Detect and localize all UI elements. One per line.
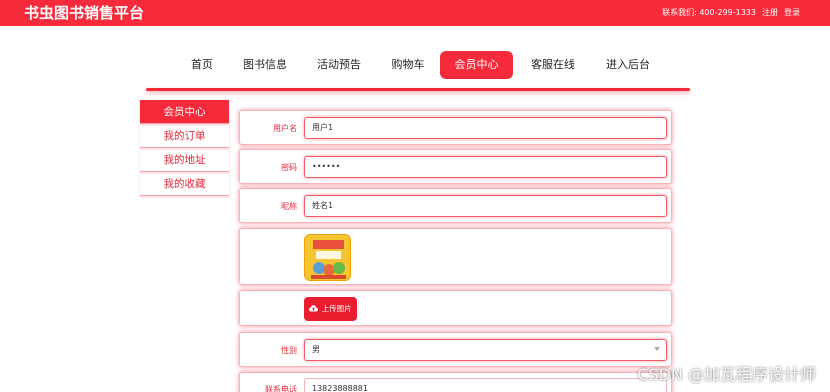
nav-divider (146, 88, 690, 91)
phone-input[interactable]: 13823888881 (304, 378, 667, 392)
nickname-label: 昵称 (281, 202, 297, 211)
phone-row: 联系电话 13823888881 (239, 372, 672, 392)
nickname-row: 昵称 姓名1 (239, 188, 672, 223)
chevron-down-icon (654, 347, 660, 351)
site-brand: 书虫图书销售平台 (24, 4, 145, 22)
nav-cart[interactable]: 购物车 (376, 51, 440, 79)
password-row: 密码 •••••• (239, 149, 672, 184)
nav-customer-service[interactable]: 客服在线 (513, 51, 593, 79)
upload-row: 上传图片 (239, 290, 672, 326)
password-label: 密码 (281, 163, 297, 172)
username-input[interactable]: 用户1 (304, 117, 667, 139)
nav-book-info[interactable]: 图书信息 (228, 51, 302, 79)
gender-selected-value: 男 (312, 345, 320, 354)
upload-image-label: 上传图片 (321, 304, 352, 313)
register-link[interactable]: 注册 (762, 7, 778, 19)
phone-label: 联系电话 (265, 385, 297, 392)
sidebar-item-orders[interactable]: 我的订单 (140, 124, 229, 148)
sidebar-item-favorites[interactable]: 我的收藏 (140, 172, 229, 196)
password-input[interactable]: •••••• (304, 156, 667, 178)
nav-member-center[interactable]: 会员中心 (440, 51, 513, 79)
nav-home[interactable]: 首页 (176, 51, 228, 79)
nav-admin[interactable]: 进入后台 (593, 51, 663, 79)
main-nav: 首页 图书信息 活动预告 购物车 会员中心 客服在线 进入后台 (176, 51, 663, 79)
login-link[interactable]: 登录 (784, 7, 800, 19)
avatar-row (239, 228, 672, 285)
top-bar: 书虫图书销售平台 联系我们: 400-299-1333 注册 登录 (0, 0, 830, 26)
nickname-input[interactable]: 姓名1 (304, 195, 667, 217)
watermark: CSDN @加瓦程序设计师 (637, 365, 816, 384)
avatar-image (304, 234, 351, 281)
cloud-upload-icon (309, 305, 319, 312)
gender-select[interactable]: 男 (304, 339, 667, 361)
gender-row: 性别 男 (239, 332, 672, 367)
sidebar-item-member-center[interactable]: 会员中心 (140, 100, 229, 124)
member-sidebar: 会员中心 我的订单 我的地址 我的收藏 (140, 100, 229, 196)
username-row: 用户名 用户1 (239, 110, 672, 145)
contact-text: 联系我们: 400-299-1333 (662, 8, 756, 17)
sidebar-item-address[interactable]: 我的地址 (140, 148, 229, 172)
username-label: 用户名 (273, 124, 297, 133)
nav-events[interactable]: 活动预告 (302, 51, 376, 79)
gender-label: 性别 (281, 346, 297, 355)
top-links: 联系我们: 400-299-1333 注册 登录 (662, 7, 800, 19)
upload-image-button[interactable]: 上传图片 (304, 297, 357, 321)
